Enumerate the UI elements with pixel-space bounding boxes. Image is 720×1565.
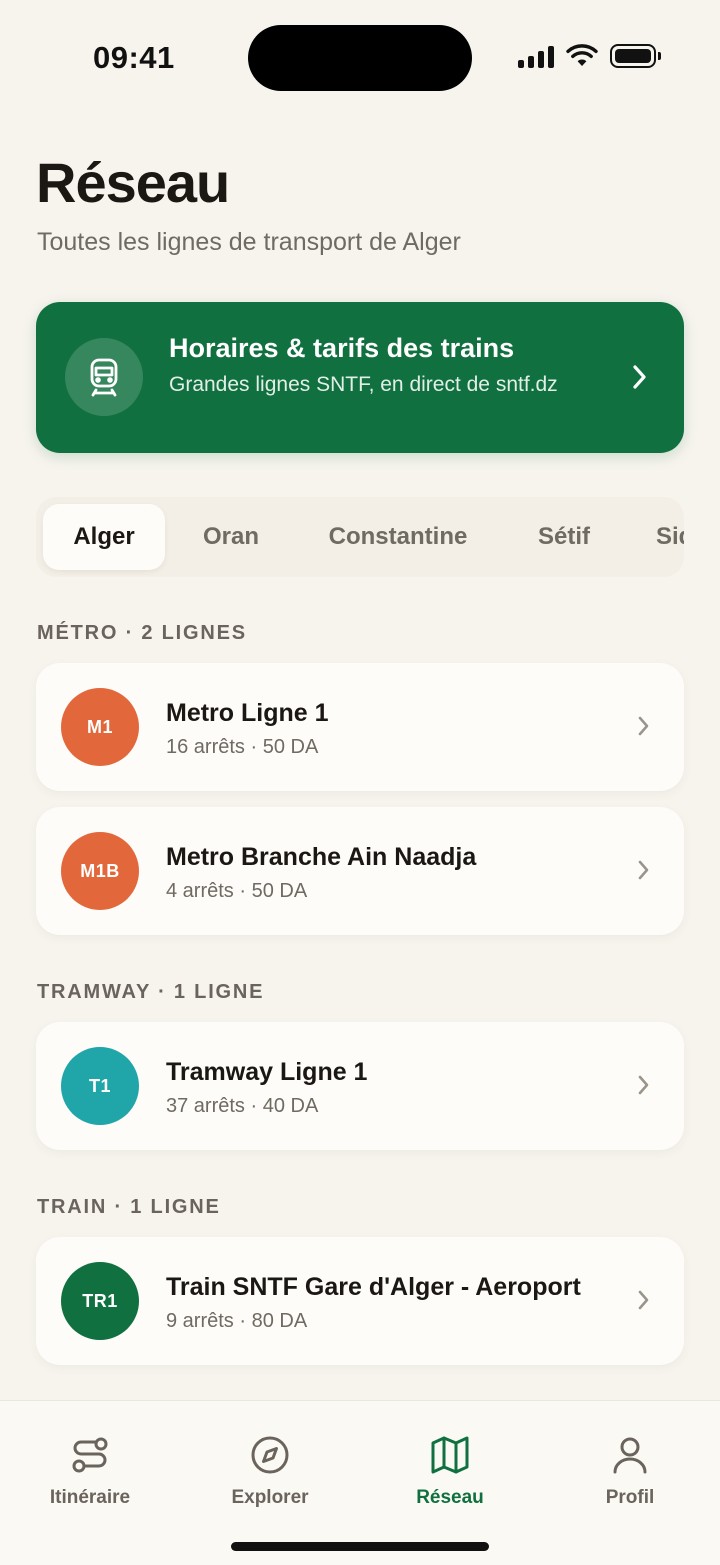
line-meta: 4 arrêts · 50 DA <box>166 880 308 902</box>
chevron-right-icon <box>638 1290 649 1310</box>
map-icon <box>431 1436 469 1474</box>
battery-icon <box>610 44 661 68</box>
nav-itineraire[interactable]: Itinéraire <box>20 1435 160 1509</box>
city-tabs[interactable]: Alger Oran Constantine Sétif Sidi Bel Ab… <box>36 497 684 577</box>
line-name: Train SNTF Gare d'Alger - Aeroport <box>166 1273 581 1301</box>
nav-label: Réseau <box>416 1487 484 1508</box>
tab-setif[interactable]: Sétif <box>514 504 614 570</box>
dynamic-island <box>248 25 472 91</box>
chevron-right-icon <box>638 716 649 736</box>
route-icon <box>72 1437 108 1473</box>
page-subtitle: Toutes les lignes de transport de Alger <box>37 228 461 256</box>
line-card-m1[interactable]: M1 Metro Ligne 1 16 arrêts · 50 DA <box>36 663 684 791</box>
nav-reseau[interactable]: Réseau <box>380 1435 520 1509</box>
nav-label: Itinéraire <box>49 1487 131 1508</box>
bottom-tab-bar: Itinéraire Explorer Réseau Profil <box>0 1400 720 1565</box>
nav-label: Profil <box>605 1487 655 1508</box>
status-bar: 09:41 <box>0 0 720 120</box>
line-name: Tramway Ligne 1 <box>166 1058 368 1086</box>
train-icon <box>90 358 118 397</box>
line-badge: TR1 <box>61 1262 139 1340</box>
tab-constantine[interactable]: Constantine <box>304 504 492 570</box>
line-badge: M1 <box>61 688 139 766</box>
wifi-icon <box>566 44 598 66</box>
chevron-right-icon <box>638 860 649 880</box>
screen: 09:41 Réseau Toutes les lignes de transp… <box>0 0 720 1565</box>
user-icon <box>613 1437 647 1474</box>
chevron-right-icon <box>633 365 646 389</box>
status-time: 09:41 <box>93 40 175 75</box>
line-name: Metro Branche Ain Naadja <box>166 843 477 871</box>
line-card-t1[interactable]: T1 Tramway Ligne 1 37 arrêts · 40 DA <box>36 1022 684 1150</box>
nav-label: Explorer <box>231 1487 309 1508</box>
section-header-tramway: TRAMWAY · 1 LIGNE <box>37 981 265 1003</box>
line-card-tr1[interactable]: TR1 Train SNTF Gare d'Alger - Aeroport 9… <box>36 1237 684 1365</box>
tab-sidi-bel-abbes[interactable]: Sidi Bel Abbès <box>656 504 684 570</box>
nav-profil[interactable]: Profil <box>560 1435 700 1509</box>
banner-icon-circle <box>65 338 143 416</box>
line-card-m1b[interactable]: M1B Metro Branche Ain Naadja 4 arrêts · … <box>36 807 684 935</box>
tab-oran[interactable]: Oran <box>176 504 286 570</box>
home-indicator <box>231 1542 489 1551</box>
line-badge: T1 <box>61 1047 139 1125</box>
section-header-train: TRAIN · 1 LIGNE <box>37 1196 221 1218</box>
cellular-signal-icon <box>518 44 554 68</box>
banner-subtitle: Grandes lignes SNTF, en direct de sntf.d… <box>169 373 558 396</box>
banner-title: Horaires & tarifs des trains <box>169 333 515 363</box>
section-header-metro: MÉTRO · 2 LIGNES <box>37 622 247 644</box>
line-name: Metro Ligne 1 <box>166 699 329 727</box>
line-badge: M1B <box>61 832 139 910</box>
line-meta: 9 arrêts · 80 DA <box>166 1310 308 1332</box>
chevron-right-icon <box>638 1075 649 1095</box>
tab-alger[interactable]: Alger <box>43 504 165 570</box>
line-meta: 16 arrêts · 50 DA <box>166 736 319 758</box>
nav-explorer[interactable]: Explorer <box>200 1435 340 1509</box>
status-icons <box>518 44 661 68</box>
line-meta: 37 arrêts · 40 DA <box>166 1095 319 1117</box>
compass-icon <box>251 1436 289 1474</box>
train-schedule-banner[interactable]: Horaires & tarifs des trains Grandes lig… <box>36 302 684 453</box>
page-title: Réseau <box>36 151 230 214</box>
